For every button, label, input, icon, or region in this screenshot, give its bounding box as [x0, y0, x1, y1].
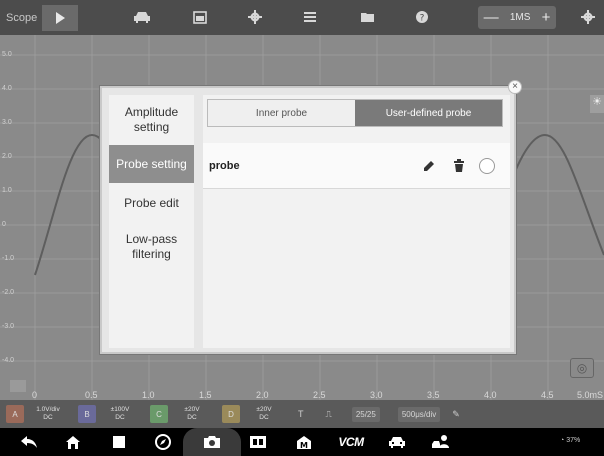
- play-icon: [55, 11, 65, 24]
- menu-item-probe-edit[interactable]: Probe edit: [109, 183, 194, 223]
- camera-icon[interactable]: [201, 432, 223, 452]
- channel-d-setting[interactable]: ±20V DC: [240, 406, 288, 422]
- tab-inner-probe[interactable]: Inner probe: [208, 100, 355, 126]
- browser-icon[interactable]: [152, 432, 174, 452]
- y-tick: -4.0: [2, 357, 15, 364]
- x-tick: 0.5: [85, 390, 98, 400]
- menu-item-low-pass-filtering[interactable]: Low-pass filtering: [109, 223, 194, 271]
- menu-item-amplitude-setting[interactable]: Amplitude setting: [109, 95, 194, 145]
- back-icon[interactable]: [18, 432, 40, 452]
- vcm-icon[interactable]: VCM: [336, 432, 366, 452]
- timebase-value: 1MS: [509, 12, 531, 23]
- tab-user-defined-probe[interactable]: User-defined probe: [355, 100, 502, 126]
- channel-b-button[interactable]: B: [78, 405, 96, 423]
- trigger-label[interactable]: T: [298, 409, 304, 419]
- pencil-icon[interactable]: [419, 156, 439, 176]
- channel-bar: A 1.0V/div DC B ±100V DC C ±20V DC D ±20V DC…: [0, 400, 604, 428]
- x-tick: 2.5: [313, 390, 326, 400]
- list-icon[interactable]: [300, 8, 320, 26]
- y-tick: -3.0: [2, 323, 15, 330]
- screen-record-icon[interactable]: [247, 432, 269, 452]
- recent-apps-icon[interactable]: [108, 432, 130, 452]
- x-tick: 1.0: [142, 390, 155, 400]
- y-tick: 5.0: [2, 51, 12, 58]
- top-toolbar: Scope ? — 1MS +: [0, 0, 604, 35]
- edit-pencil-icon[interactable]: ✎: [452, 409, 460, 420]
- menu-item-probe-setting[interactable]: Probe setting: [109, 145, 194, 183]
- x-tick: 3.5: [427, 390, 440, 400]
- y-tick: 1.0: [2, 187, 12, 194]
- car-icon[interactable]: [132, 8, 152, 26]
- x-tick: 0: [32, 390, 38, 400]
- play-button[interactable]: [42, 4, 78, 31]
- timebase-control: — 1MS +: [478, 6, 556, 29]
- channel-a-button[interactable]: A: [6, 405, 24, 423]
- page-indicator[interactable]: 25/25: [351, 406, 380, 422]
- channel-b-setting[interactable]: ±100V DC: [96, 406, 144, 422]
- lightbulb-icon[interactable]: ☀: [590, 95, 604, 113]
- svg-text:?: ?: [420, 14, 425, 24]
- y-tick: 4.0: [2, 85, 12, 92]
- system-nav-bar: M VCM ◔ 37%: [0, 428, 604, 456]
- x-tick: 3.0: [370, 390, 383, 400]
- settings-gear-icon[interactable]: [578, 8, 598, 26]
- channel-c-button[interactable]: C: [150, 405, 168, 423]
- y-tick: 3.0: [2, 119, 12, 126]
- y-tick: 2.0: [2, 153, 12, 160]
- maxifix-icon[interactable]: M: [293, 432, 315, 452]
- user-car-icon[interactable]: [430, 432, 452, 452]
- svg-text:M: M: [300, 441, 308, 450]
- x-tick: 4.0: [484, 390, 497, 400]
- probe-settings-panel: Inner probe User-defined probe probe: [203, 95, 510, 348]
- car-icon[interactable]: [386, 432, 408, 452]
- app-title: Scope: [6, 11, 38, 24]
- channel-d-button[interactable]: D: [222, 405, 240, 423]
- channel-c-setting[interactable]: ±20V DC: [168, 406, 216, 422]
- timebase-plus-button[interactable]: +: [542, 9, 551, 26]
- x-tick: 4.5: [541, 390, 554, 400]
- probe-select-radio[interactable]: [479, 157, 495, 174]
- home-icon[interactable]: [62, 432, 84, 452]
- screenshot-icon[interactable]: ◎: [570, 358, 594, 378]
- timediv-setting[interactable]: 500μs/div: [397, 406, 441, 422]
- dialog-side-menu: Amplitude setting Probe setting Probe ed…: [109, 95, 194, 348]
- timebase-minus-button[interactable]: —: [484, 9, 499, 26]
- trigger-edge-icon[interactable]: ⎍: [326, 409, 332, 420]
- y-tick: -1.0: [2, 255, 15, 262]
- probe-list-item[interactable]: probe: [203, 143, 510, 189]
- channel-a-setting[interactable]: 1.0V/div DC: [24, 406, 72, 422]
- gear-icon[interactable]: [245, 8, 265, 26]
- trash-icon[interactable]: [449, 156, 469, 176]
- calendar-icon[interactable]: [190, 8, 210, 26]
- y-tick: -2.0: [2, 289, 15, 296]
- help-icon[interactable]: ?: [412, 8, 432, 26]
- x-tick: 2.0: [256, 390, 269, 400]
- close-icon[interactable]: ×: [508, 80, 522, 94]
- probe-tabs: Inner probe User-defined probe: [207, 99, 503, 127]
- x-tick-last: 5.0mS: [577, 390, 604, 400]
- y-tick: 0: [2, 221, 6, 228]
- probe-name: probe: [209, 159, 240, 172]
- x-tick: 1.5: [199, 390, 212, 400]
- folder-icon[interactable]: [357, 8, 377, 26]
- battery-status: ◔ 37%: [560, 437, 581, 444]
